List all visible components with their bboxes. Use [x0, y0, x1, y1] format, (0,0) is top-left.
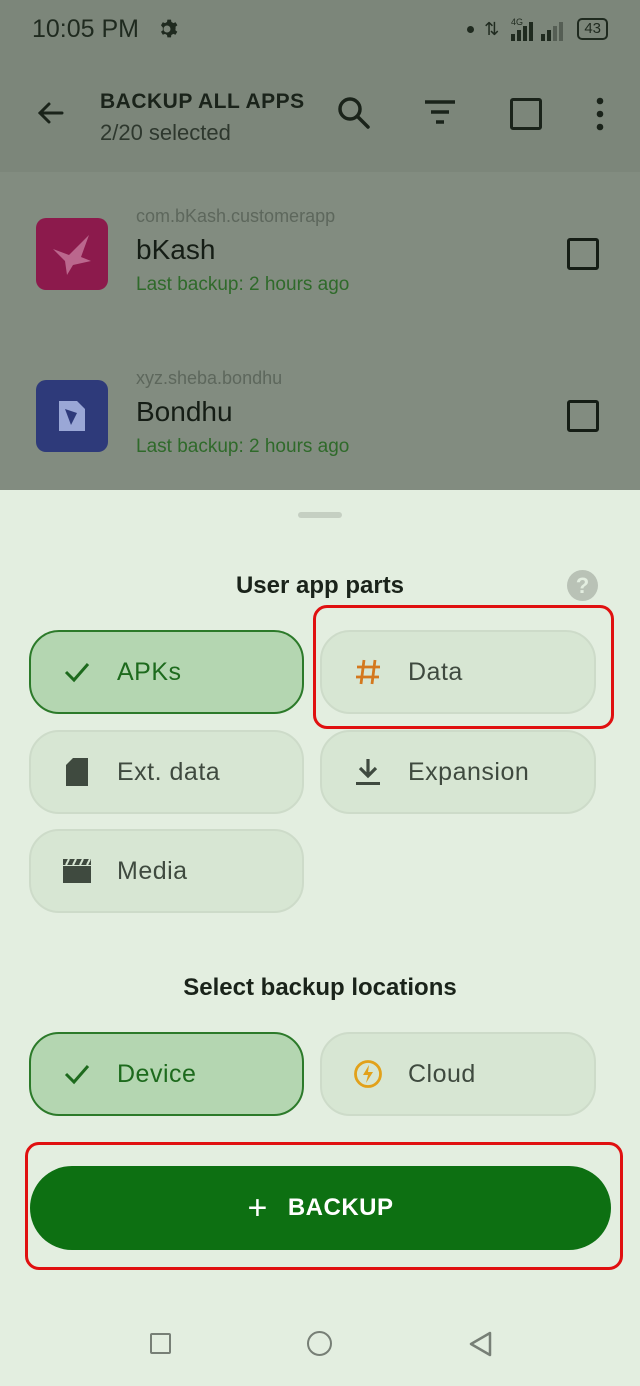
chip-label: Expansion	[408, 757, 530, 786]
filter-icon[interactable]	[422, 97, 458, 129]
chip-label: APKs	[117, 657, 182, 686]
bkash-app-icon	[36, 218, 108, 290]
chip-apks[interactable]: APKs	[29, 630, 304, 714]
data-chip-highlight	[313, 605, 614, 729]
notification-dot-icon	[467, 25, 475, 33]
bolt-circle-icon	[352, 1058, 384, 1090]
app-bar: BACKUP ALL APPS 2/20 selected	[0, 62, 640, 172]
more-vert-icon[interactable]	[590, 96, 610, 132]
chip-device[interactable]: Device	[29, 1032, 304, 1116]
check-icon	[61, 1058, 93, 1090]
backup-locations-title: Select backup locations	[183, 974, 457, 1001]
app-name: Bondhu	[136, 396, 233, 427]
svg-text:4G: 4G	[511, 17, 523, 27]
sd-card-icon	[61, 756, 93, 788]
chip-label: Device	[117, 1059, 197, 1088]
back-arrow-icon[interactable]	[34, 97, 66, 129]
recents-icon[interactable]	[150, 1333, 171, 1354]
battery-icon: 43	[577, 18, 608, 40]
download-icon	[352, 756, 384, 788]
package-name: xyz.sheba.bondhu	[136, 368, 283, 388]
home-icon[interactable]	[307, 1331, 332, 1356]
search-icon[interactable]	[336, 95, 372, 131]
background-screen: 10:05 PM ⇅ 4G 43 BACKUP ALL APPS 2/20 se…	[0, 0, 640, 500]
system-nav-bar	[0, 1298, 640, 1386]
page-title: BACKUP ALL APPS	[100, 90, 305, 113]
chip-expansion[interactable]: Expansion	[320, 730, 596, 814]
chip-label: Media	[117, 856, 188, 885]
app-checkbox[interactable]	[567, 238, 599, 270]
drag-handle[interactable]	[298, 512, 342, 518]
status-indicators: ⇅ 4G 43	[467, 16, 608, 42]
list-item[interactable]: com.bKash.customerapp bKash Last backup:…	[0, 200, 640, 330]
last-backup-text: Last backup: 2 hours ago	[136, 436, 350, 457]
chip-label: Cloud	[408, 1059, 476, 1088]
app-checkbox[interactable]	[567, 400, 599, 432]
data-transfer-icon: ⇅	[484, 18, 500, 39]
app-list: com.bKash.customerapp bKash Last backup:…	[0, 172, 640, 500]
user-app-parts-title: User app parts	[235, 572, 405, 599]
clapperboard-icon	[61, 855, 93, 887]
help-icon[interactable]: ?	[567, 570, 598, 601]
chip-ext-data[interactable]: Ext. data	[29, 730, 304, 814]
backup-bottom-sheet: User app parts ? APKs Data Ext. data Exp…	[0, 490, 640, 1298]
package-name: com.bKash.customerapp	[136, 206, 336, 226]
app-name: bKash	[136, 234, 216, 265]
backup-button-highlight	[25, 1142, 623, 1270]
select-all-checkbox[interactable]	[510, 98, 542, 130]
bondhu-app-icon	[36, 380, 108, 452]
chip-cloud[interactable]: Cloud	[320, 1032, 596, 1116]
chip-label: Ext. data	[117, 757, 221, 786]
status-bar: 10:05 PM ⇅ 4G 43	[0, 0, 640, 58]
selection-count: 2/20 selected	[100, 120, 231, 145]
check-icon	[61, 656, 93, 688]
last-backup-text: Last backup: 2 hours ago	[136, 274, 350, 295]
signal-icon: 4G	[511, 17, 564, 41]
gear-icon	[161, 19, 178, 38]
list-item[interactable]: xyz.sheba.bondhu Bondhu Last backup: 2 h…	[0, 362, 640, 492]
status-time: 10:05 PM	[32, 14, 140, 43]
chip-media[interactable]: Media	[29, 829, 304, 913]
back-triangle-icon[interactable]	[467, 1330, 493, 1358]
